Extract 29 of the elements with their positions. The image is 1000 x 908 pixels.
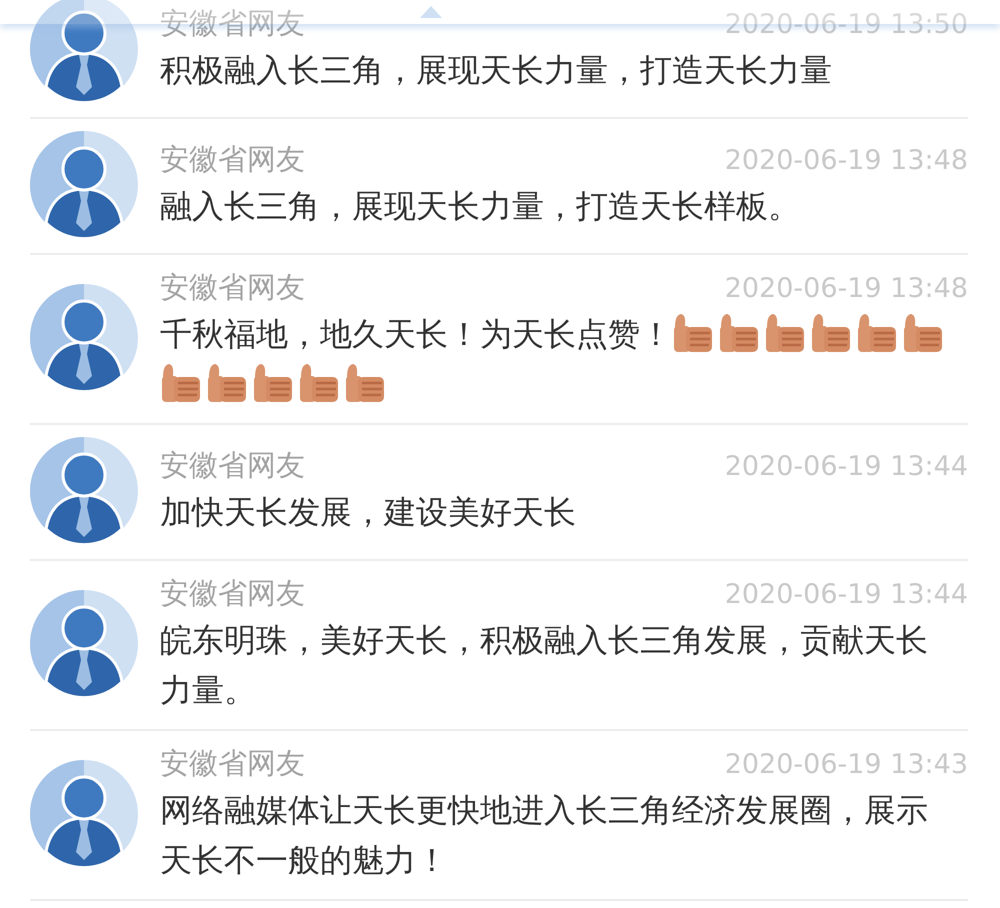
comment-text: 千秋福地，地久天长！为天长点赞！: [160, 315, 672, 353]
thumbs-up-icon: [764, 313, 806, 353]
thumbs-up-icon: [298, 363, 340, 403]
avatar-icon: [30, 760, 138, 868]
thumbs-up-icon: [810, 313, 852, 353]
comment-text: 网络融媒体让天长更快地进入长三角经济发展圈，展示天长不一般的魅力！: [160, 791, 928, 879]
author-name: 安徽省网友: [160, 5, 305, 42]
author-name: 安徽省网友: [160, 269, 305, 306]
comment-text: 融入长三角，展现天长力量，打造天长样板。: [160, 187, 800, 225]
thumbs-up-icon: [206, 363, 248, 403]
avatar-icon: [30, 131, 138, 239]
comment-text: 皖东明珠，美好天长，积极融入长三角发展，贡献天长力量。: [160, 621, 928, 709]
caret-icon: [420, 6, 442, 18]
author-name: 安徽省网友: [160, 447, 305, 484]
thumbs-up-icon: [160, 363, 202, 403]
thumbs-up-icon: [856, 313, 898, 353]
author-name: 安徽省网友: [160, 141, 305, 178]
avatar-icon: [30, 284, 138, 392]
thumbs-up-icon: [902, 313, 944, 353]
author-name: 安徽省网友: [160, 745, 305, 782]
comment-text: 加快天长发展，建设美好天长: [160, 493, 576, 531]
thumbs-up-icon: [252, 363, 294, 403]
thumbs-up-icon: [672, 313, 714, 353]
thumbs-up-icon: [344, 363, 386, 403]
avatar-icon: [30, 437, 138, 545]
comment-text: 积极融入长三角，展现天长力量，打造天长力量: [160, 51, 832, 89]
avatar-icon: [30, 590, 138, 698]
thumbs-up-icon: [718, 313, 760, 353]
author-name: 安徽省网友: [160, 575, 305, 612]
